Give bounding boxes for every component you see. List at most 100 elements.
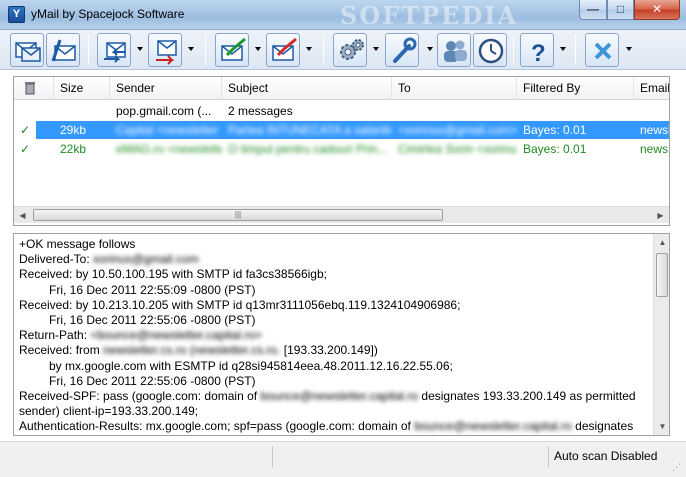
close-button[interactable]: ✕	[634, 0, 680, 20]
body-line: sender) client-ip=193.33.200.149;	[19, 404, 649, 419]
toolbar-separator	[205, 35, 206, 65]
scroll-thumb[interactable]: |||	[33, 209, 443, 221]
body-line-text: Fri, 16 Dec 2011 22:55:06 -0800 (PST)	[49, 313, 256, 328]
column-header-email[interactable]: Email	[634, 77, 669, 100]
scroll-thumb[interactable]	[656, 253, 668, 297]
column-header-size[interactable]: Size	[54, 77, 110, 100]
body-line-text: [193.33.200.149])	[280, 343, 378, 358]
check-mail-button[interactable]	[10, 33, 44, 67]
redacted-address: bounce@newsletter.capital.ro	[414, 419, 572, 434]
status-pane-divider	[548, 446, 549, 468]
column-header-status[interactable]	[14, 77, 54, 100]
row-to	[392, 102, 517, 120]
column-header-filtered-by[interactable]: Filtered By	[517, 77, 634, 100]
body-line: Fri, 16 Dec 2011 22:55:06 -0800 (PST)	[19, 313, 649, 328]
body-line: Received-SPF: pass (google.com: domain o…	[19, 389, 649, 404]
body-line-text: Received-SPF: pass (google.com: domain o…	[19, 389, 261, 404]
svg-text:?: ?	[531, 40, 546, 65]
body-line: by mx.google.com with ESMTP id q28si9458…	[19, 359, 649, 374]
list-item[interactable]: pop.gmail.com (... 2 messages	[14, 102, 669, 120]
mark-spam-dropdown[interactable]	[306, 47, 312, 51]
gears-icon	[340, 39, 364, 60]
column-header-to[interactable]: To	[392, 77, 517, 100]
settings-dropdown[interactable]	[373, 47, 379, 51]
maximize-button[interactable]: □	[607, 0, 634, 20]
scroll-left-icon[interactable]: ◀	[14, 207, 31, 224]
toolbar-separator	[575, 35, 576, 65]
column-header-subject[interactable]: Subject	[222, 77, 392, 100]
send-receive-button[interactable]	[97, 33, 131, 67]
settings-button[interactable]	[333, 33, 367, 67]
scroll-right-icon[interactable]: ▶	[652, 207, 669, 224]
body-line-text: Fri, 16 Dec 2011 22:55:09 -0800 (PST)	[49, 282, 256, 297]
status-bar: Auto scan Disabled ⋰	[0, 441, 686, 477]
row-subject: O timpul pentru cadouri Prin...	[228, 142, 388, 156]
row-sender: Capital <newsletter	[116, 123, 219, 137]
body-line-text: Received: by 10.213.10.205 with SMTP id …	[19, 297, 461, 312]
help-button[interactable]: ?	[520, 33, 554, 67]
clock-icon	[478, 38, 504, 64]
body-line: Return-Path: <bounce@newsletter.capital.…	[19, 328, 649, 343]
help-dropdown[interactable]	[560, 47, 566, 51]
people-icon	[444, 40, 467, 62]
envelopes-icon	[15, 42, 41, 62]
mark-spam-button[interactable]	[266, 33, 300, 67]
body-line-text: designates	[571, 419, 634, 434]
toolbar-separator	[513, 35, 514, 65]
toolbar-separator	[323, 35, 324, 65]
mark-good-dropdown[interactable]	[255, 47, 261, 51]
message-body[interactable]: +OK message follows Delivered-To: xorinus…	[13, 233, 670, 436]
delete-button[interactable]	[585, 33, 619, 67]
delete-dropdown[interactable]	[626, 47, 632, 51]
window-title: yMail by Spacejock Software	[31, 7, 185, 21]
mail-forward-icon	[156, 40, 177, 65]
body-line-text: by mx.google.com with ESMTP id q28si9458…	[49, 358, 453, 373]
vertical-scrollbar[interactable]: ▲ ▼	[653, 234, 669, 435]
row-status	[14, 102, 54, 120]
minimize-button[interactable]: —	[579, 0, 607, 20]
mail-green-check-icon	[221, 37, 246, 61]
contacts-button[interactable]	[437, 33, 471, 67]
forward-dropdown[interactable]	[188, 47, 194, 51]
trash-icon	[25, 82, 35, 95]
body-line-text: designates 193.33.200.149 as permitted	[418, 389, 636, 404]
resize-grip-icon[interactable]: ⋰	[672, 462, 681, 473]
compose-button[interactable]	[46, 33, 80, 67]
status-pane-divider	[272, 446, 273, 468]
forward-button[interactable]	[148, 33, 182, 67]
redacted-address: xorinus@gmail.com	[93, 252, 199, 267]
body-line: Received: from newsletter.cs.ro (newslet…	[19, 343, 649, 358]
envelope-pen-icon	[51, 39, 76, 62]
body-line-text: +OK message follows	[19, 237, 136, 251]
body-line-text: Received: by 10.50.100.195 with SMTP id …	[19, 267, 327, 282]
column-header-sender[interactable]: Sender	[110, 77, 222, 100]
mail-arrows-icon	[104, 42, 126, 63]
row-email: news@	[640, 142, 669, 156]
schedule-button[interactable]	[473, 33, 507, 67]
wrench-icon	[393, 37, 417, 63]
row-to: Cimirlea Sorin <xorinus@...	[398, 142, 517, 156]
check-icon: ✓	[20, 123, 31, 137]
message-body-text: +OK message follows Delivered-To: xorinus…	[19, 237, 649, 435]
list-item[interactable]: ✓ 22kb eMAG.ro <newsletter@... O timpul …	[14, 140, 669, 158]
body-line-text: sender) client-ip=193.33.200.149;	[19, 404, 199, 419]
scroll-down-icon[interactable]: ▼	[654, 418, 669, 435]
mark-good-button[interactable]	[215, 33, 249, 67]
tools-dropdown[interactable]	[427, 47, 433, 51]
body-line: Received: by 10.213.10.205 with SMTP id …	[19, 298, 649, 313]
row-filtered-by: Bayes: 0.01	[523, 142, 587, 156]
body-line: Delivered-To: xorinus@gmail.com	[19, 252, 649, 267]
row-size	[54, 102, 110, 120]
redacted-address: newsletter.cs.ro (newsletter.cs.ro.	[103, 343, 281, 358]
body-line-text: Authentication-Results: mx.google.com; s…	[19, 419, 415, 434]
horizontal-scrollbar[interactable]: ◀ ||| ▶	[14, 206, 669, 223]
scroll-up-icon[interactable]: ▲	[654, 234, 669, 251]
tools-button[interactable]	[385, 33, 419, 67]
title-bar: Y yMail by Spacejock Software SOFTPEDIA …	[0, 0, 686, 30]
list-item-selected[interactable]: ✓ 29kb Capital <newsletter Partea INTUNE…	[20, 121, 669, 139]
send-receive-dropdown[interactable]	[137, 47, 143, 51]
body-line: Fri, 16 Dec 2011 22:55:06 -0800 (PST)	[19, 374, 649, 389]
list-header: Size Sender Subject To Filtered By Email	[14, 77, 669, 100]
auto-scan-status: Auto scan Disabled	[554, 449, 658, 463]
check-icon: ✓	[20, 142, 31, 156]
